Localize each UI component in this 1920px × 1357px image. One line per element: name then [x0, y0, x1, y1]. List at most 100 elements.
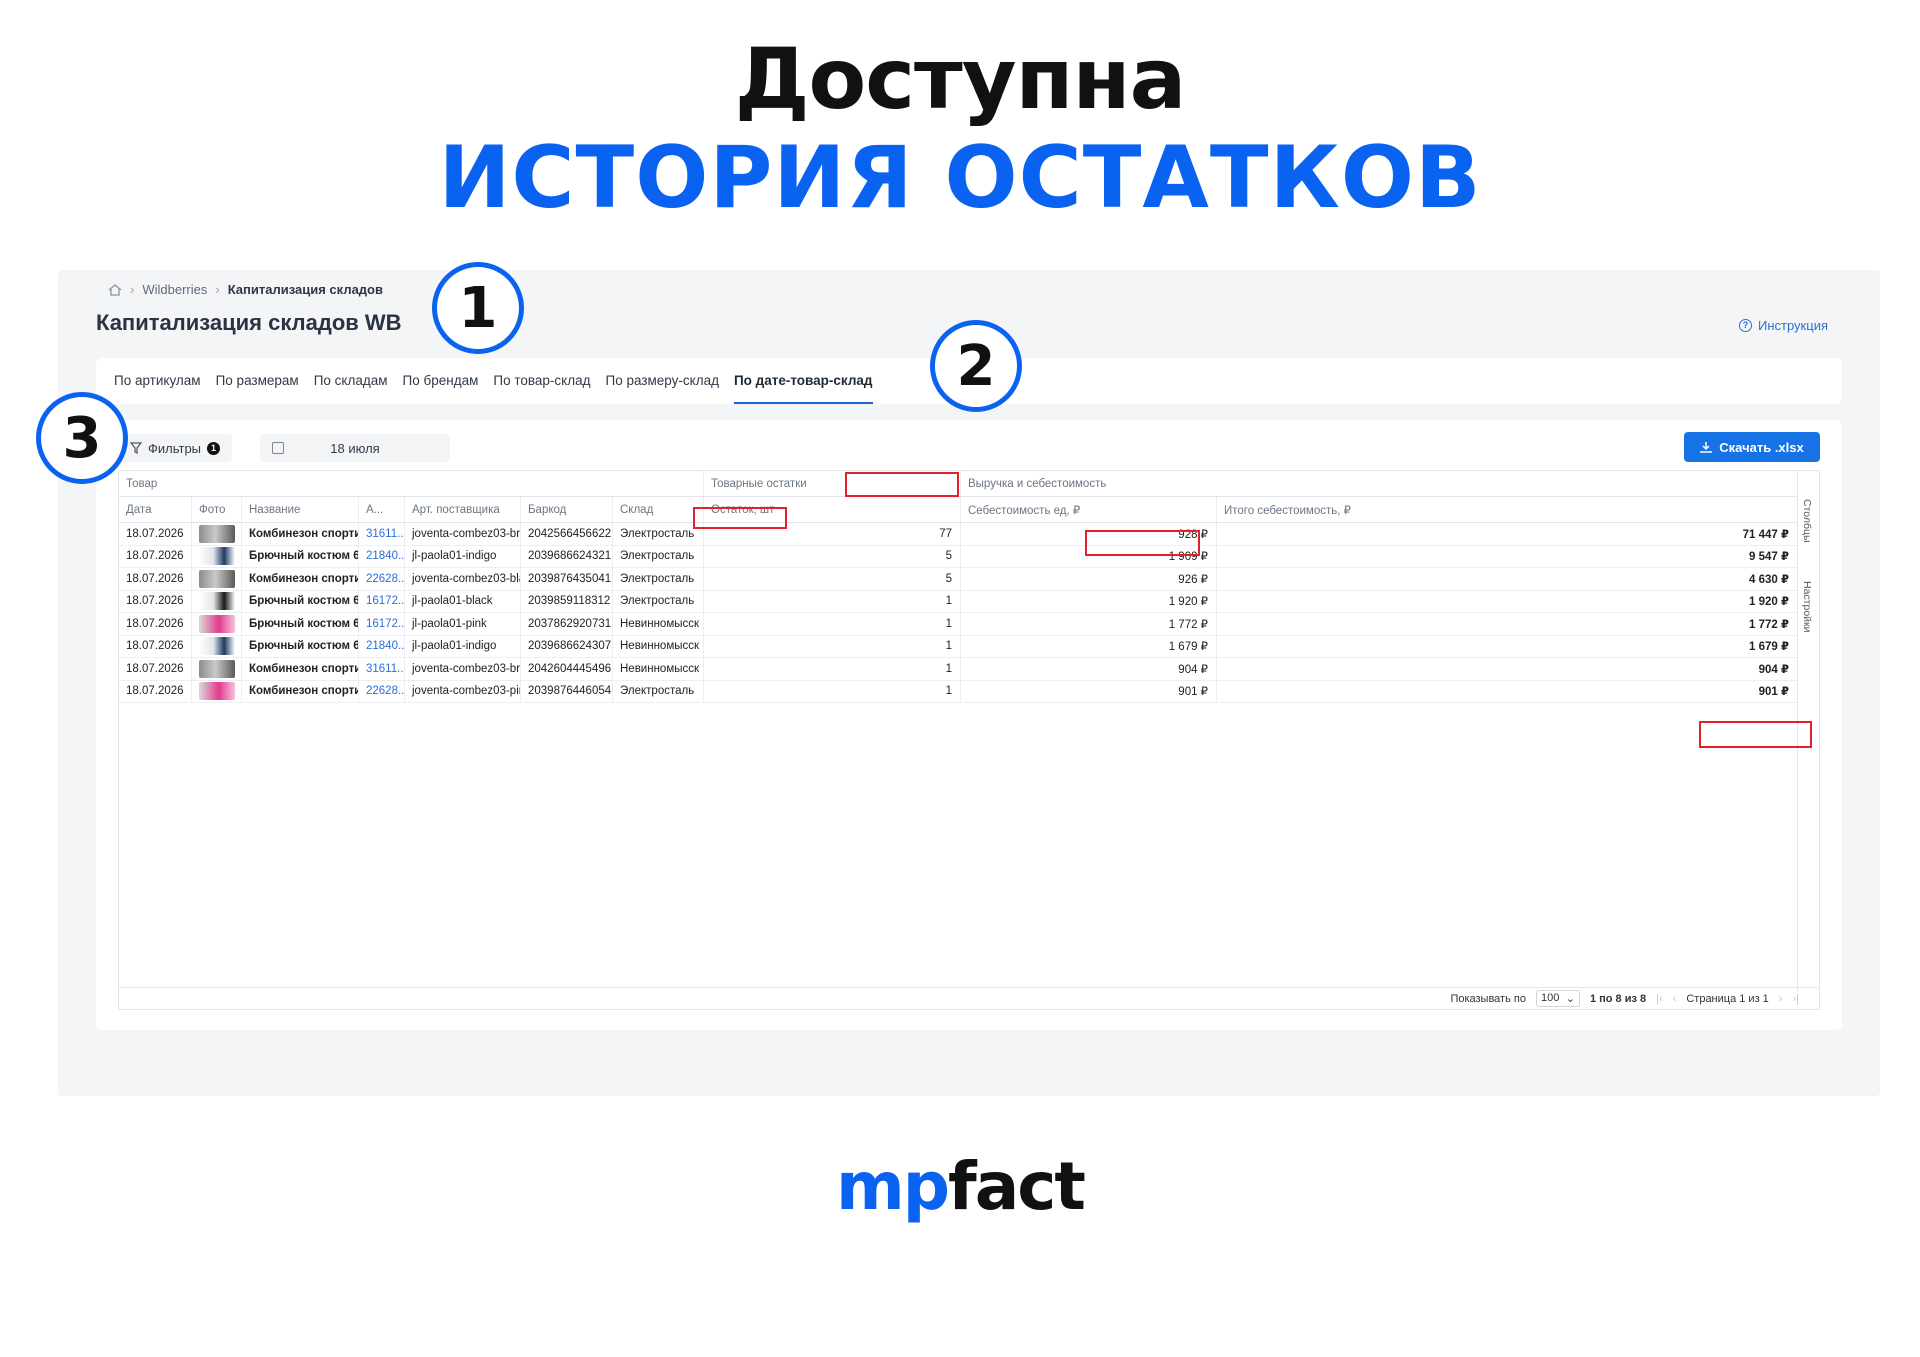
table-row[interactable]: 18.07.2026 Комбинезон спорти... 31611...…: [119, 523, 1797, 546]
col-barcode[interactable]: Баркод: [521, 497, 613, 522]
first-page-icon[interactable]: |‹: [1656, 993, 1663, 1005]
cell-article[interactable]: 16172...: [359, 613, 405, 635]
col-warehouse[interactable]: Склад: [613, 497, 704, 522]
product-thumbnail[interactable]: [199, 637, 235, 656]
home-icon[interactable]: [108, 283, 122, 296]
cell-supplier-article: joventa-combez03-bro...: [405, 658, 521, 680]
col-unit-cost[interactable]: Себестоимость ед, ₽: [961, 497, 1217, 522]
cell-article[interactable]: 22628...: [359, 568, 405, 590]
page-size-value: 100: [1540, 992, 1560, 1004]
cell-warehouse: Электросталь: [613, 568, 704, 590]
cell-total-cost: 71 447 ₽: [1742, 528, 1789, 541]
filters-button[interactable]: Фильтры 1: [120, 434, 233, 462]
chevron-down-icon: ⌄: [1565, 993, 1575, 1005]
cell-warehouse: Невинномысск: [613, 613, 704, 635]
cell-name: Комбинезон спорти...: [242, 658, 359, 680]
table-row[interactable]: 18.07.2026 Брючный костюм 6... 21840... …: [119, 635, 1797, 658]
help-link-label: Инструкция: [1758, 318, 1828, 333]
row-range-label: 1 по 8 из 8: [1589, 992, 1647, 1005]
product-thumbnail[interactable]: [199, 682, 235, 701]
cell-unit-cost: 904 ₽: [961, 658, 1217, 680]
tab-by-product-warehouse[interactable]: По товар-склад: [493, 358, 590, 404]
cell-article[interactable]: 16172...: [359, 590, 405, 612]
cell-date: 18.07.2026: [119, 613, 192, 635]
table-row[interactable]: 18.07.2026 Комбинезон спорти... 22628...…: [119, 568, 1797, 591]
brand-logo: mpfact: [0, 1148, 1920, 1225]
cell-barcode: 2039859118312: [521, 590, 613, 612]
tab-by-warehouses[interactable]: По складам: [314, 358, 388, 404]
last-page-icon[interactable]: ›|: [1792, 993, 1799, 1005]
group-revenue-cost: Выручка и себестоимость: [968, 477, 1107, 490]
product-thumbnail[interactable]: [199, 592, 235, 611]
cell-total-cost: 1 679 ₽: [1749, 641, 1789, 654]
table-row[interactable]: 18.07.2026 Комбинезон спорти... 22628...…: [119, 680, 1797, 703]
date-picker[interactable]: 18 июля: [260, 434, 450, 462]
cell-article[interactable]: 31611...: [359, 523, 405, 545]
cell-photo: [192, 635, 242, 657]
breadcrumb-item[interactable]: Wildberries: [142, 282, 207, 297]
col-article[interactable]: А...: [359, 497, 405, 522]
col-total-cost[interactable]: Итого себестоимость, ₽: [1217, 497, 1797, 522]
tab-by-size-warehouse[interactable]: По размеру-склад: [605, 358, 718, 404]
cell-date: 18.07.2026: [119, 658, 192, 680]
tab-by-sizes[interactable]: По размерам: [216, 358, 299, 404]
cell-photo: [192, 658, 242, 680]
data-grid: Товар Товарные остатки Выручка и себесто…: [118, 470, 1820, 1010]
product-thumbnail[interactable]: [199, 524, 235, 543]
cell-warehouse: Электросталь: [613, 523, 704, 545]
callout-marker-1: 1: [432, 262, 524, 354]
calendar-icon: [272, 442, 284, 454]
settings-panel-toggle[interactable]: Настройки: [1801, 581, 1813, 633]
group-stock: Товарные остатки: [704, 471, 961, 496]
cell-unit-cost: 926 ₽: [961, 568, 1217, 590]
cell-supplier-article: jl-paola01-indigo: [405, 635, 521, 657]
cell-stock: 1: [704, 613, 961, 635]
page-label: Страница 1 из 1: [1686, 992, 1769, 1005]
columns-panel-toggle[interactable]: Столбцы: [1801, 499, 1813, 543]
chevron-right-icon: ›: [130, 282, 135, 297]
filter-icon: [130, 442, 142, 454]
table-row[interactable]: 18.07.2026 Комбинезон спорти... 31611...…: [119, 658, 1797, 681]
col-name[interactable]: Название: [242, 497, 359, 522]
report-panel: Фильтры 1 18 июля Скачать .xlsx Товар То…: [96, 420, 1842, 1030]
page-size-select[interactable]: 100 ⌄: [1535, 990, 1580, 1007]
tab-by-articles[interactable]: По артикулам: [114, 358, 201, 404]
cell-stock: 1: [704, 658, 961, 680]
side-tool-panel: Столбцы Настройки: [1797, 471, 1819, 991]
filters-label: Фильтры: [148, 440, 202, 456]
cell-article[interactable]: 21840...: [359, 635, 405, 657]
col-date[interactable]: Дата: [119, 497, 192, 522]
help-link[interactable]: ? Инструкция: [1739, 318, 1828, 333]
product-thumbnail[interactable]: [199, 614, 235, 633]
tab-by-date-product-warehouse[interactable]: По дате-товар-склад: [733, 358, 873, 404]
cell-total-cost: 1 772 ₽: [1749, 618, 1789, 631]
filters-count-badge: 1: [207, 441, 221, 455]
table-row[interactable]: 18.07.2026 Брючный костюм 6... 21840... …: [119, 545, 1797, 568]
download-icon: [1700, 442, 1713, 453]
next-page-icon[interactable]: ›: [1779, 993, 1783, 1005]
cell-supplier-article: joventa-combez03-black: [405, 568, 521, 590]
cell-article[interactable]: 31611...: [359, 658, 405, 680]
table-row[interactable]: 18.07.2026 Брючный костюм 6... 16172... …: [119, 613, 1797, 636]
col-photo[interactable]: Фото: [192, 497, 242, 522]
cell-total-cost: 1 920 ₽: [1749, 596, 1789, 609]
tab-by-brands[interactable]: По брендам: [403, 358, 479, 404]
col-supplier-article[interactable]: Арт. поставщика: [405, 497, 521, 522]
cell-article[interactable]: 21840...: [359, 545, 405, 567]
table-row[interactable]: 18.07.2026 Брючный костюм 6... 16172... …: [119, 590, 1797, 613]
download-xlsx-button[interactable]: Скачать .xlsx: [1684, 432, 1820, 462]
callout-marker-2: 2: [930, 320, 1022, 412]
col-stock[interactable]: Остаток, шт: [704, 497, 961, 522]
group-product: Товар: [119, 471, 704, 496]
cell-photo: [192, 545, 242, 567]
cell-article[interactable]: 22628...: [359, 680, 405, 702]
cell-photo: [192, 590, 242, 612]
cell-name: Брючный костюм 6...: [242, 590, 359, 612]
headline-subtitle: ИСТОРИЯ ОСТАТКОВ: [438, 128, 1482, 228]
cell-name: Брючный костюм 6...: [242, 545, 359, 567]
product-thumbnail[interactable]: [199, 547, 235, 566]
product-thumbnail[interactable]: [199, 659, 235, 678]
product-thumbnail[interactable]: [199, 569, 235, 588]
cell-unit-cost: 928 ₽: [961, 523, 1217, 545]
prev-page-icon[interactable]: ‹: [1673, 993, 1677, 1005]
